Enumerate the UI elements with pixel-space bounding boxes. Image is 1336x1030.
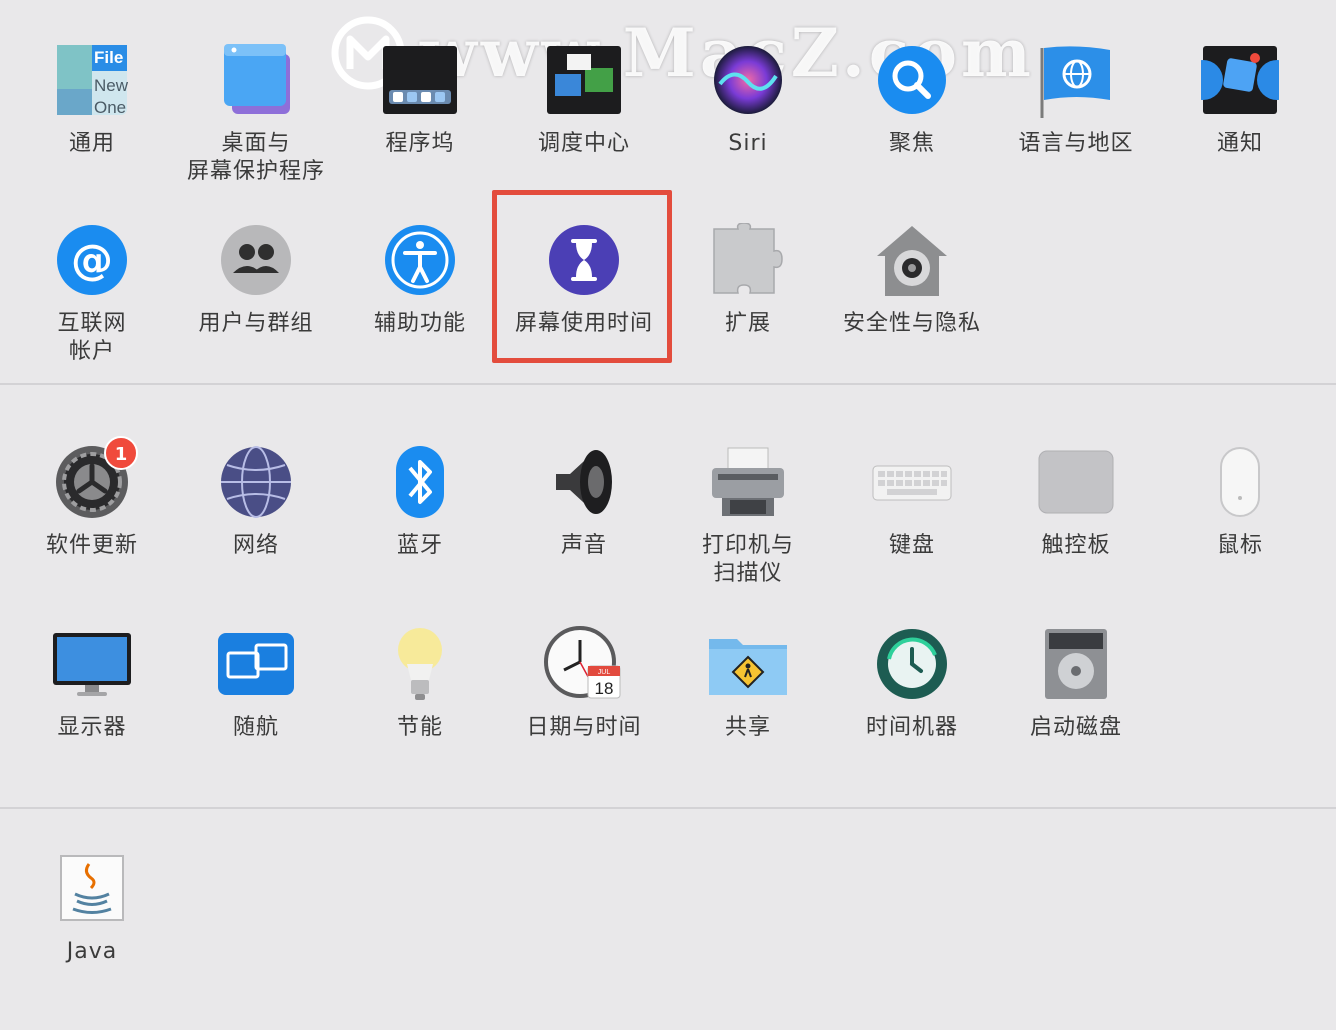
keyboard-icon [872, 465, 952, 501]
svg-text:JUL: JUL [598, 669, 611, 676]
desktop-screensaver-icon [224, 44, 290, 114]
pref-general[interactable]: File New One 通用 [10, 38, 174, 158]
hardware-section: 1 软件更新 网络 蓝牙 声音 打印机与 扫描仪 键盘 触控板 鼠标 显示器 随… [0, 385, 1336, 807]
siri-icon [714, 46, 782, 114]
pref-label: 蓝牙 [396, 533, 443, 558]
update-count-badge: 1 [104, 436, 138, 470]
pref-energy-saver[interactable]: 节能 [338, 622, 502, 742]
puzzle-piece-icon [713, 223, 783, 294]
network-globe-icon [221, 446, 291, 518]
pref-bluetooth[interactable]: 蓝牙 [338, 440, 502, 560]
printer-icon [712, 447, 784, 516]
pref-network[interactable]: 网络 [174, 440, 338, 560]
pref-label: 键盘 [888, 533, 935, 558]
svg-text:18: 18 [595, 679, 614, 698]
pref-mouse[interactable]: 鼠标 [1158, 440, 1322, 560]
time-machine-icon [877, 629, 947, 699]
pref-label: 软件更新 [45, 533, 138, 558]
pref-security-privacy[interactable]: 安全性与隐私 [830, 218, 994, 338]
pref-label: 随航 [232, 715, 279, 740]
speaker-icon [556, 450, 612, 514]
spotlight-icon [878, 46, 946, 114]
pref-label: 程序坞 [385, 131, 455, 156]
pref-label: 共享 [724, 715, 771, 740]
hard-disk-icon [1045, 629, 1107, 699]
svg-text:One: One [94, 98, 126, 117]
pref-label: 节能 [396, 715, 443, 740]
pref-label: 网络 [232, 533, 279, 558]
pref-label: 语言与地区 [1018, 131, 1134, 156]
other-section: Java [0, 809, 1336, 1030]
pref-label: 辅助功能 [373, 311, 466, 336]
pref-extensions[interactable]: 扩展 [666, 218, 830, 338]
pref-printers-scanners[interactable]: 打印机与 扫描仪 [666, 440, 830, 588]
pref-label: 日期与时间 [526, 715, 642, 740]
pref-internet-accounts[interactable]: @ 互联网 帐户 [10, 218, 174, 366]
pref-label: 鼠标 [1216, 533, 1263, 558]
trackpad-icon [1038, 450, 1114, 514]
personal-section: File New One 通用 桌面与 屏幕保护程序 程序坞 调度中心 Siri… [0, 0, 1336, 383]
pref-label: 桌面与 屏幕保护程序 [186, 131, 325, 184]
pref-trackpad[interactable]: 触控板 [994, 440, 1158, 560]
pref-desktop[interactable]: 桌面与 屏幕保护程序 [174, 38, 338, 186]
java-coffee-icon [60, 855, 124, 921]
pref-time-machine[interactable]: 时间机器 [830, 622, 994, 742]
pref-label: 扩展 [724, 311, 771, 336]
pref-label: 聚焦 [888, 131, 935, 156]
internet-accounts-icon: @ [57, 225, 127, 295]
pref-keyboard[interactable]: 键盘 [830, 440, 994, 560]
pref-java[interactable]: Java [10, 846, 174, 966]
pref-sharing[interactable]: 共享 [666, 622, 830, 742]
general-icon: File New One [57, 45, 129, 117]
pref-label: Siri [728, 131, 768, 156]
pref-label: 调度中心 [537, 131, 630, 156]
pref-label: 互联网 帐户 [57, 311, 127, 364]
pref-label: 通用 [68, 131, 115, 156]
sharing-folder-icon [709, 639, 787, 695]
pref-label: 安全性与隐私 [842, 311, 981, 336]
pref-label: 声音 [560, 533, 607, 558]
pref-label: 启动磁盘 [1029, 715, 1122, 740]
pref-language-region[interactable]: 语言与地区 [994, 38, 1158, 158]
dock-icon [383, 46, 457, 114]
pref-label: 用户与群组 [198, 311, 314, 336]
pref-label: 显示器 [57, 715, 127, 740]
mouse-icon [1220, 447, 1260, 517]
pref-label: 时间机器 [865, 715, 958, 740]
notifications-icon [1201, 46, 1279, 114]
pref-software-update[interactable]: 1 软件更新 [10, 436, 174, 560]
svg-text:File: File [94, 48, 123, 67]
pref-users-groups[interactable]: 用户与群组 [174, 218, 338, 338]
pref-displays[interactable]: 显示器 [10, 622, 174, 742]
bluetooth-icon [396, 446, 444, 518]
sidecar-icon [218, 633, 294, 695]
svg-text:@: @ [71, 235, 113, 284]
display-monitor-icon [53, 633, 131, 696]
pref-sound[interactable]: 声音 [502, 440, 666, 560]
svg-text:New: New [94, 76, 129, 95]
screen-time-highlight-box [492, 190, 672, 363]
pref-spotlight[interactable]: 聚焦 [830, 38, 994, 158]
mission-control-icon [547, 46, 621, 114]
pref-siri[interactable]: Siri [666, 38, 830, 158]
pref-notifications[interactable]: 通知 [1158, 38, 1322, 158]
pref-accessibility[interactable]: 辅助功能 [338, 218, 502, 338]
users-groups-icon [221, 225, 291, 295]
accessibility-icon [385, 225, 455, 295]
pref-mission-control[interactable]: 调度中心 [502, 38, 666, 158]
pref-label: 触控板 [1041, 533, 1111, 558]
lightbulb-icon [398, 628, 442, 700]
pref-label: 打印机与 扫描仪 [701, 533, 794, 586]
pref-startup-disk[interactable]: 启动磁盘 [994, 622, 1158, 742]
pref-dock[interactable]: 程序坞 [338, 38, 502, 158]
pref-label: Java [66, 939, 118, 964]
security-house-icon [877, 226, 947, 296]
pref-date-time[interactable]: JUL 18 日期与时间 [502, 622, 666, 742]
pref-label: 通知 [1216, 131, 1263, 156]
pref-sidecar[interactable]: 随航 [174, 622, 338, 742]
language-flag-icon [1040, 46, 1110, 118]
clock-calendar-icon: JUL 18 [544, 626, 621, 699]
